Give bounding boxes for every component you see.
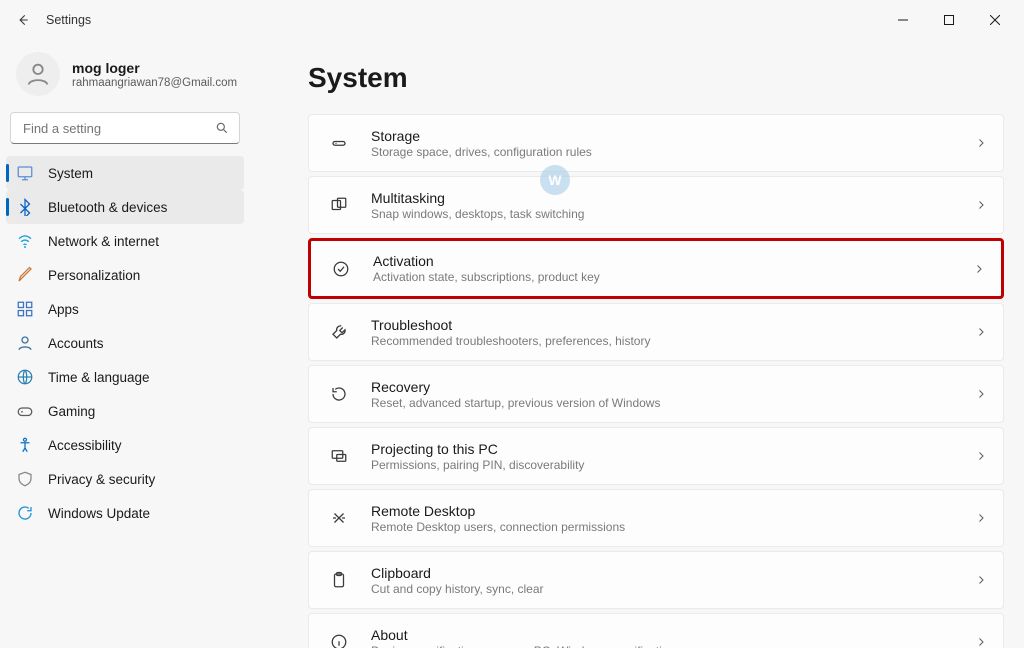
check-circle-icon xyxy=(327,260,355,278)
card-subtitle: Storage space, drives, configuration rul… xyxy=(371,145,975,159)
recovery-icon xyxy=(325,385,353,403)
gaming-icon xyxy=(16,402,34,420)
chevron-right-icon xyxy=(975,199,987,211)
card-list: Storage Storage space, drives, configura… xyxy=(308,114,1004,648)
chevron-right-icon xyxy=(973,263,985,275)
clipboard-icon xyxy=(325,571,353,589)
project-icon xyxy=(325,447,353,465)
card-subtitle: Remote Desktop users, connection permiss… xyxy=(371,520,975,534)
close-button[interactable] xyxy=(972,4,1018,36)
card-subtitle: Reset, advanced startup, previous versio… xyxy=(371,396,975,410)
sidebar-item-accounts[interactable]: Accounts xyxy=(6,326,244,360)
watermark-badge: W xyxy=(540,165,570,195)
card-title: Troubleshoot xyxy=(371,317,975,333)
window-title: Settings xyxy=(46,13,91,27)
card-subtitle: Permissions, pairing PIN, discoverabilit… xyxy=(371,458,975,472)
bluetooth-icon xyxy=(16,198,34,216)
profile-block[interactable]: mog loger rahmaangriawan78@Gmail.com xyxy=(4,46,246,110)
search-box[interactable] xyxy=(10,112,240,144)
remote-icon xyxy=(325,509,353,527)
accessibility-icon xyxy=(16,436,34,454)
sidebar: mog loger rahmaangriawan78@Gmail.com Sys… xyxy=(0,40,250,648)
sidebar-item-network-internet[interactable]: Network & internet xyxy=(6,224,244,258)
info-icon xyxy=(325,633,353,648)
sidebar-item-windows-update[interactable]: Windows Update xyxy=(6,496,244,530)
avatar xyxy=(16,52,60,96)
setting-card-recovery[interactable]: Recovery Reset, advanced startup, previo… xyxy=(308,365,1004,423)
setting-card-storage[interactable]: Storage Storage space, drives, configura… xyxy=(308,114,1004,172)
profile-email: rahmaangriawan78@Gmail.com xyxy=(72,77,237,89)
setting-card-multitasking[interactable]: Multitasking Snap windows, desktops, tas… xyxy=(308,176,1004,234)
update-icon xyxy=(16,504,34,522)
card-title: Activation xyxy=(373,253,973,269)
chevron-right-icon xyxy=(975,137,987,149)
globe-icon xyxy=(16,368,34,386)
search-input[interactable] xyxy=(21,120,215,137)
profile-name: mog loger xyxy=(72,59,237,78)
multitask-icon xyxy=(325,196,353,214)
sidebar-item-apps[interactable]: Apps xyxy=(6,292,244,326)
card-subtitle: Snap windows, desktops, task switching xyxy=(371,207,975,221)
shield-icon xyxy=(16,470,34,488)
search-icon xyxy=(215,121,229,135)
window-controls xyxy=(880,4,1018,36)
card-title: About xyxy=(371,627,975,643)
nav-list: System Bluetooth & devices Network & int… xyxy=(4,156,246,530)
brush-icon xyxy=(16,266,34,284)
chevron-right-icon xyxy=(975,512,987,524)
sidebar-item-bluetooth-devices[interactable]: Bluetooth & devices xyxy=(6,190,244,224)
sidebar-item-label: System xyxy=(48,166,93,181)
card-title: Recovery xyxy=(371,379,975,395)
card-title: Clipboard xyxy=(371,565,975,581)
sidebar-item-system[interactable]: System xyxy=(6,156,244,190)
sidebar-item-label: Gaming xyxy=(48,404,95,419)
chevron-right-icon xyxy=(975,574,987,586)
wifi-icon xyxy=(16,232,34,250)
chevron-right-icon xyxy=(975,636,987,648)
card-subtitle: Device specifications, rename PC, Window… xyxy=(371,644,975,648)
card-title: Remote Desktop xyxy=(371,503,975,519)
content-area: System Storage Storage space, drives, co… xyxy=(250,40,1024,648)
setting-card-clipboard[interactable]: Clipboard Cut and copy history, sync, cl… xyxy=(308,551,1004,609)
sidebar-item-label: Privacy & security xyxy=(48,472,155,487)
setting-card-projecting-to-this-pc[interactable]: Projecting to this PC Permissions, pairi… xyxy=(308,427,1004,485)
chevron-right-icon xyxy=(975,326,987,338)
back-icon[interactable] xyxy=(16,13,30,27)
apps-icon xyxy=(16,300,34,318)
sidebar-item-label: Personalization xyxy=(48,268,140,283)
sidebar-item-time-language[interactable]: Time & language xyxy=(6,360,244,394)
card-title: Projecting to this PC xyxy=(371,441,975,457)
setting-card-remote-desktop[interactable]: Remote Desktop Remote Desktop users, con… xyxy=(308,489,1004,547)
minimize-button[interactable] xyxy=(880,4,926,36)
sidebar-item-personalization[interactable]: Personalization xyxy=(6,258,244,292)
sidebar-item-label: Network & internet xyxy=(48,234,159,249)
card-title: Storage xyxy=(371,128,975,144)
sidebar-item-accessibility[interactable]: Accessibility xyxy=(6,428,244,462)
person-icon xyxy=(16,334,34,352)
sidebar-item-label: Time & language xyxy=(48,370,150,385)
setting-card-troubleshoot[interactable]: Troubleshoot Recommended troubleshooters… xyxy=(308,303,1004,361)
sidebar-item-privacy-security[interactable]: Privacy & security xyxy=(6,462,244,496)
chevron-right-icon xyxy=(975,450,987,462)
sidebar-item-label: Bluetooth & devices xyxy=(48,200,167,215)
storage-icon xyxy=(325,134,353,152)
card-subtitle: Activation state, subscriptions, product… xyxy=(373,270,973,284)
sidebar-item-label: Windows Update xyxy=(48,506,150,521)
sidebar-item-gaming[interactable]: Gaming xyxy=(6,394,244,428)
sidebar-item-label: Accounts xyxy=(48,336,104,351)
card-subtitle: Recommended troubleshooters, preferences… xyxy=(371,334,975,348)
wrench-icon xyxy=(325,323,353,341)
page-title: System xyxy=(308,62,1004,94)
card-subtitle: Cut and copy history, sync, clear xyxy=(371,582,975,596)
chevron-right-icon xyxy=(975,388,987,400)
titlebar: Settings xyxy=(0,0,1024,40)
sidebar-item-label: Apps xyxy=(48,302,79,317)
system-icon xyxy=(16,164,34,182)
maximize-button[interactable] xyxy=(926,4,972,36)
setting-card-about[interactable]: About Device specifications, rename PC, … xyxy=(308,613,1004,648)
setting-card-activation[interactable]: Activation Activation state, subscriptio… xyxy=(308,238,1004,299)
card-title: Multitasking xyxy=(371,190,975,206)
sidebar-item-label: Accessibility xyxy=(48,438,122,453)
